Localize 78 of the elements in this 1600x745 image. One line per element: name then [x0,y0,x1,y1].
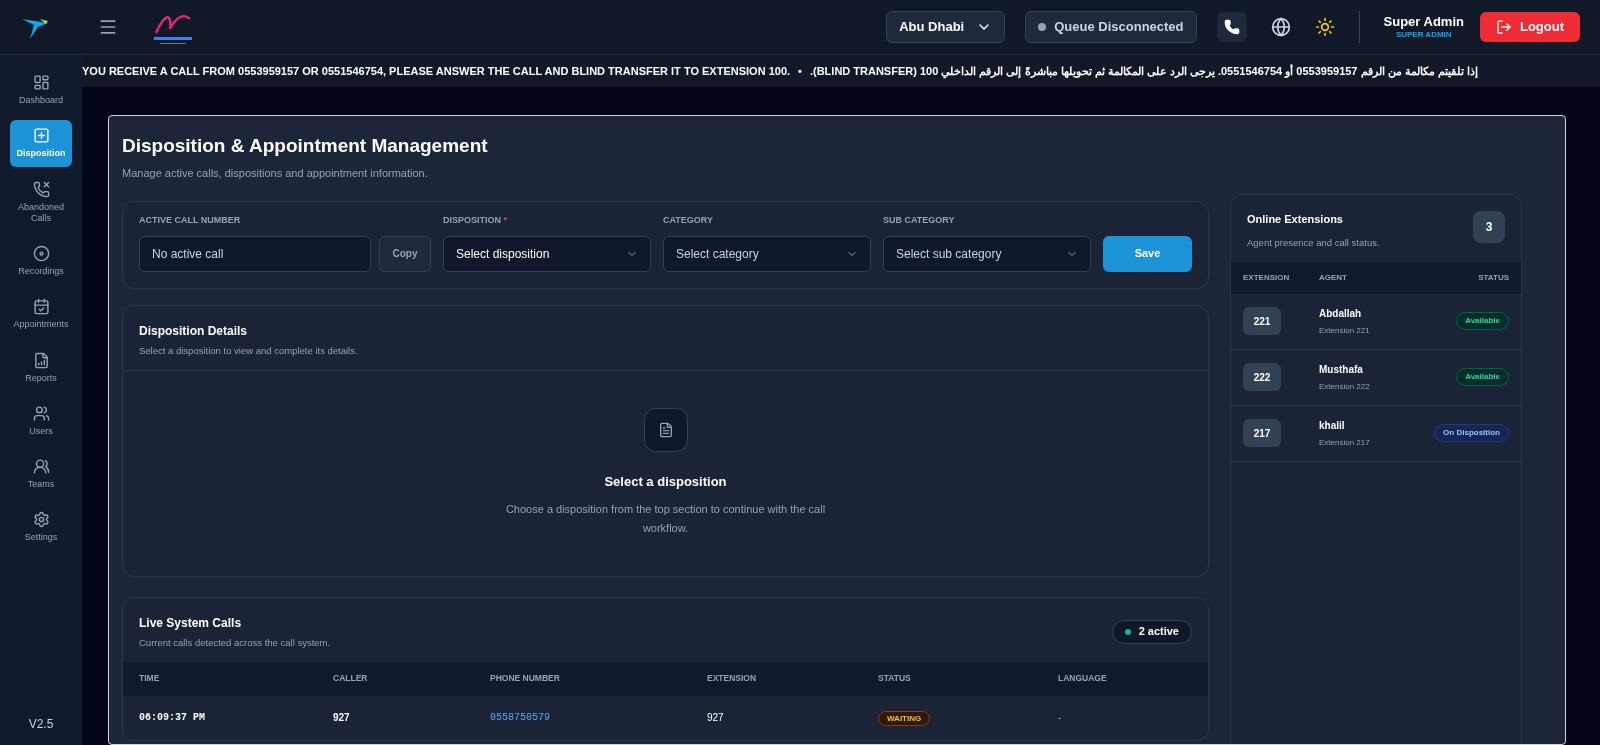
table-cell-text: 927 [333,711,351,726]
phone-missed-icon [32,180,50,198]
document-icon [643,408,688,453]
table-cell-text: 927 [707,711,725,726]
column-header: EXTENSION [707,672,758,686]
settings-icon [32,511,50,529]
report-icon [32,351,50,369]
sidebar-item[interactable]: Appointments [10,291,72,338]
section-subtitle: Agent presence and call status. [1247,235,1380,250]
calendar-check-icon [32,298,50,316]
empty-state-title: Select a disposition [604,473,727,492]
sidebar-item[interactable]: Settings [10,504,72,551]
agent-extension: Extension 217 [1319,436,1371,449]
column-header: EXTENSION [1243,271,1291,284]
user-name: Super Admin [1383,13,1464,31]
table-cell-text: 06:09:37 PM [139,711,206,726]
extension-number: 217 [1243,419,1281,448]
location-dropdown[interactable]: Abu Dhabi [886,11,1006,43]
extension-number: 221 [1243,307,1281,336]
field-label: DISPOSITION * [443,214,509,227]
extension-number: 222 [1243,363,1281,392]
column-header: LANGUAGE [1058,672,1108,686]
users-icon [32,404,50,422]
select-dropdown[interactable]: Select category [663,235,871,272]
field-label: ACTIVE CALL NUMBER [139,214,242,227]
status-tag: Available [1456,368,1509,387]
extension-count: 3 [1473,211,1505,243]
status-tag: WAITING [878,711,931,727]
sun-icon[interactable] [1314,17,1335,37]
agent-name: Abdallah [1319,306,1363,321]
globe-icon[interactable] [1270,17,1291,37]
active-count-badge: 2 active [1111,619,1192,644]
version-label: V2.5 [28,716,54,733]
active-call-field[interactable]: No active call [139,235,371,272]
queue-status-badge: Queue Disconnected [1025,11,1197,43]
agent-name: Musthafa [1319,362,1364,377]
plus-square-icon [32,127,50,145]
disc-icon [32,245,50,262]
agent-extension: Extension 221 [1319,324,1371,337]
column-header: STATUS [878,672,912,686]
sidebar-item[interactable]: Reports [10,344,72,391]
column-header: CALLER [333,672,369,686]
phone-link[interactable]: 0558750579 [490,710,707,726]
field-label: SUB CATEGORY [883,214,956,227]
column-header: STATUS [1478,271,1509,284]
logout-icon [1495,19,1512,35]
sidebar-item[interactable]: Dashboard [10,67,72,114]
section-subtitle: Current calls detected across the call system. [139,635,331,650]
status-tag: Available [1456,312,1509,331]
copy-button[interactable]: Copy [379,235,431,272]
column-header: AGENT [1319,271,1348,284]
column-header: TIME [139,672,161,686]
select-dropdown[interactable]: Select disposition [443,235,651,272]
sidebar-item[interactable]: Recordings [10,238,72,285]
table-cell-text: - [1058,711,1063,726]
phone-icon [1223,19,1240,35]
menu-icon[interactable] [98,17,118,37]
sidebar-item[interactable]: Users [10,397,72,444]
phone-button[interactable] [1216,12,1247,42]
section-title: Disposition Details [139,322,249,340]
user-role: SUPER ADMIN [1395,30,1452,41]
status-tag: On Disposition [1434,424,1509,443]
page-title: Disposition & Appointment Management [122,134,489,158]
section-title: Live System Calls [139,614,243,632]
column-header: PHONE NUMBER [490,672,561,686]
section-subtitle: Select a disposition to view and complete its details. [139,343,359,358]
team-icon [32,458,50,475]
sidebar-item[interactable]: Abandoned Calls [10,173,72,231]
section-title: Online Extensions [1247,212,1344,227]
grid-icon [32,74,50,91]
sidebar-item[interactable]: Teams [10,451,72,498]
field-label: CATEGORY [663,214,714,227]
agent-extension: Extension 222 [1319,380,1371,393]
logout-button[interactable]: Logout [1479,12,1580,42]
page-subtitle: Manage active calls, dispositions and appointment information. [122,165,429,181]
empty-state-text: Choose a disposition from the top section to continue with the call workflow. [504,501,827,536]
select-dropdown[interactable]: Select sub category [883,235,1091,272]
agent-name: khalil [1319,418,1346,433]
